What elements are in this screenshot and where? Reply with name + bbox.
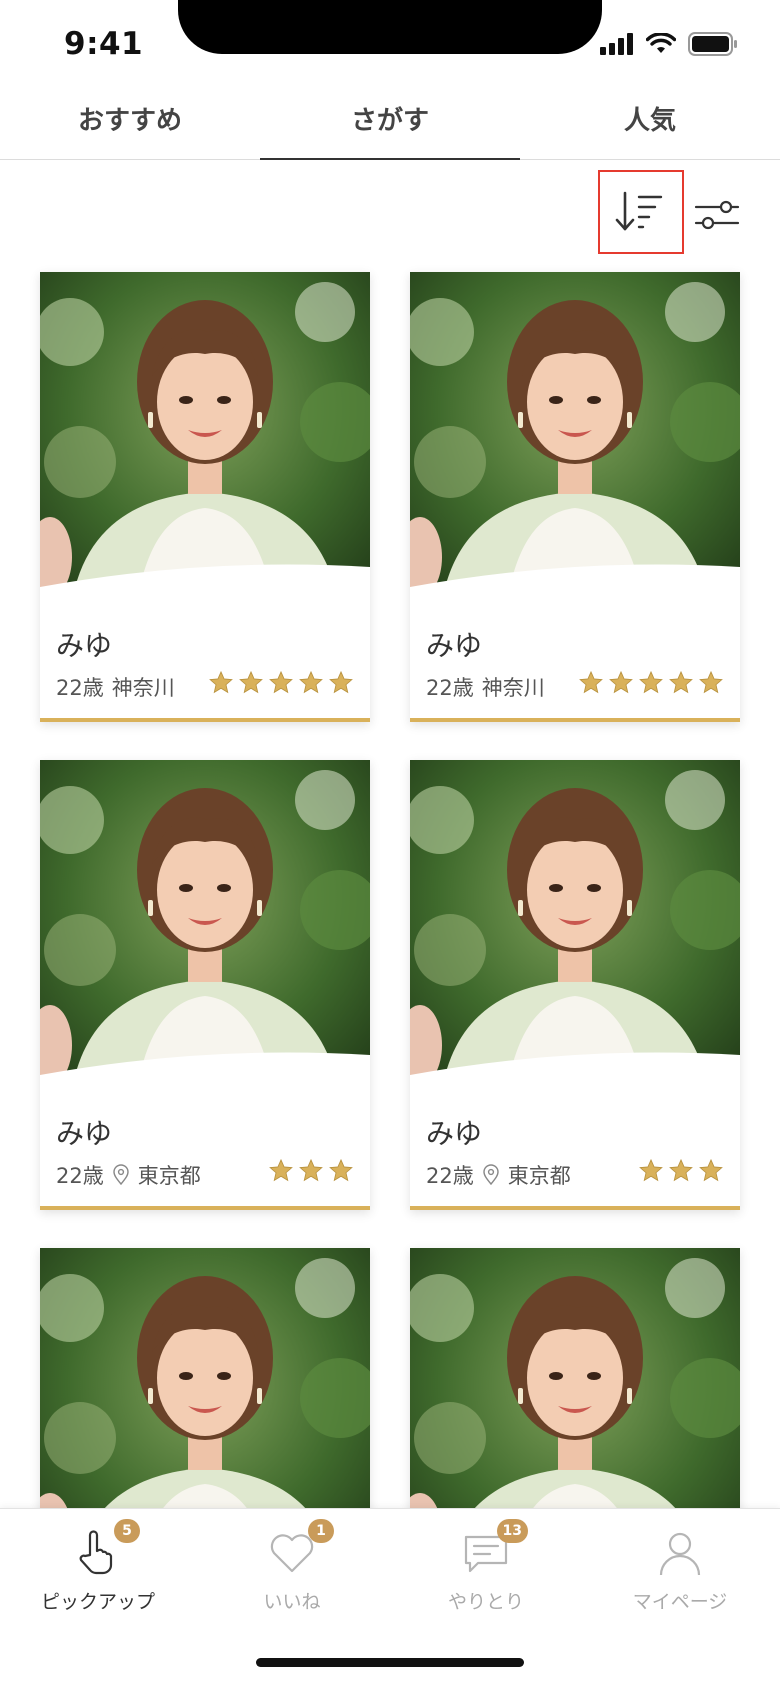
card-accent-line: [40, 718, 370, 722]
rating-star-icon: [329, 670, 353, 694]
wifi-icon: [646, 33, 676, 53]
profile-age: 22歳: [426, 1164, 474, 1188]
profile-location: 東京都: [137, 1164, 201, 1188]
nav-likes-label: いいね: [263, 1591, 321, 1613]
nav-likes-icon-wrap: 1: [262, 1519, 334, 1583]
profile-info: みゆ 22歳 神奈川: [40, 612, 370, 722]
profile-meta: 22歳 東京都: [56, 1160, 201, 1190]
nav-mypage-icon-wrap: [650, 1523, 710, 1583]
nav-mypage[interactable]: マイページ: [590, 1523, 770, 1614]
profile-photo: [40, 760, 370, 1102]
status-icons: [600, 32, 738, 56]
rating-star-icon: [639, 1158, 663, 1182]
profile-age: 22歳: [56, 1164, 104, 1188]
profile-rating: [578, 670, 724, 696]
rating-star-icon: [329, 1158, 353, 1182]
nav-likes-badge: 1: [308, 1519, 334, 1543]
nav-mypage-label: マイページ: [632, 1591, 728, 1613]
profile-card[interactable]: みゆ 22歳 神奈川: [410, 272, 740, 722]
profile-age: 22歳: [56, 676, 104, 700]
profile-meta: 22歳 神奈川: [426, 672, 545, 702]
card-accent-line: [410, 1206, 740, 1210]
nav-messages-label: やりとり: [447, 1591, 524, 1613]
profile-card[interactable]: みゆ 22歳 東京都: [40, 760, 370, 1210]
profile-name: みゆ: [56, 1117, 113, 1150]
rating-star-icon: [269, 1158, 293, 1182]
profile-card[interactable]: みゆ 22歳 神奈川: [40, 272, 370, 722]
profile-rating: [268, 1158, 354, 1184]
tab-search[interactable]: さがす: [260, 78, 520, 160]
profile-location: 神奈川: [111, 676, 175, 700]
profile-info: みゆ 22歳 東京都: [40, 1100, 370, 1210]
profile-info: みゆ 22歳 神奈川: [410, 612, 740, 722]
home-indicator: [256, 1658, 524, 1667]
filter-button[interactable]: [692, 190, 742, 240]
sliders-icon: [694, 200, 740, 230]
location-pin-icon: [483, 1164, 499, 1186]
location-pin-icon: [113, 1164, 129, 1186]
profile-card[interactable]: みゆ 22歳 東京都: [410, 760, 740, 1210]
nav-pickup-icon-wrap: 5: [68, 1519, 140, 1583]
card-accent-line: [40, 1206, 370, 1210]
card-accent-line: [410, 718, 740, 722]
person-icon: [659, 1532, 701, 1576]
nav-messages[interactable]: 13 やりとり: [396, 1519, 576, 1614]
status-time: 9:41: [64, 26, 144, 62]
battery-icon: [688, 32, 737, 56]
profile-info: みゆ 22歳 東京都: [410, 1100, 740, 1210]
rating-star-icon: [699, 1158, 723, 1182]
tab-popular[interactable]: 人気: [520, 78, 780, 159]
nav-pickup-label: ピックアップ: [40, 1591, 155, 1613]
rating-star-icon: [639, 670, 663, 694]
heart-icon: [270, 1534, 314, 1573]
profile-grid: みゆ 22歳 神奈川 みゆ 22歳 神奈川 みゆ 22歳 東京都 みゆ 22歳 …: [40, 272, 740, 1688]
rating-star-icon: [579, 670, 603, 694]
notch: [178, 0, 602, 54]
profile-photo-wrap: [410, 760, 740, 1102]
nav-messages-badge: 13: [496, 1519, 528, 1543]
nav-likes[interactable]: 1 いいね: [202, 1519, 382, 1614]
rating-star-icon: [669, 670, 693, 694]
rating-star-icon: [239, 670, 263, 694]
rating-star-icon: [699, 670, 723, 694]
nav-pickup-badge: 5: [114, 1519, 140, 1543]
nav-messages-icon-wrap: 13: [456, 1519, 528, 1583]
profile-location: 神奈川: [481, 676, 545, 700]
signal-icon: [600, 33, 633, 55]
profile-photo: [40, 272, 370, 614]
rating-star-icon: [209, 670, 233, 694]
status-bar: 9:41: [0, 0, 780, 90]
rating-star-icon: [299, 670, 323, 694]
profile-photo-wrap: [40, 760, 370, 1102]
profile-rating: [208, 670, 354, 696]
sort-descending-icon: [615, 191, 663, 231]
sort-button[interactable]: [598, 170, 684, 254]
tab-bar: おすすめ さがす 人気: [0, 78, 780, 160]
profile-name: みゆ: [56, 629, 113, 662]
profile-rating: [638, 1158, 724, 1184]
rating-star-icon: [669, 1158, 693, 1182]
profile-photo-wrap: [410, 272, 740, 614]
profile-photo-wrap: [40, 272, 370, 614]
rating-star-icon: [269, 670, 293, 694]
profile-name: みゆ: [426, 629, 483, 662]
profile-meta: 22歳 神奈川: [56, 672, 175, 702]
profile-photo: [410, 272, 740, 614]
nav-pickup[interactable]: 5 ピックアップ: [8, 1519, 188, 1614]
profile-photo: [410, 760, 740, 1102]
profile-name: みゆ: [426, 1117, 483, 1150]
hand-pointer-icon: [79, 1530, 113, 1575]
tab-recommended[interactable]: おすすめ: [0, 78, 260, 159]
rating-star-icon: [609, 670, 633, 694]
profile-location: 東京都: [507, 1164, 571, 1188]
rating-star-icon: [299, 1158, 323, 1182]
profile-age: 22歳: [426, 676, 474, 700]
search-screen: 9:41 おすすめ さがす 人気 みゆ 22歳 神奈川 みゆ 22歳 神奈川 み…: [0, 0, 780, 1688]
profile-meta: 22歳 東京都: [426, 1160, 571, 1190]
